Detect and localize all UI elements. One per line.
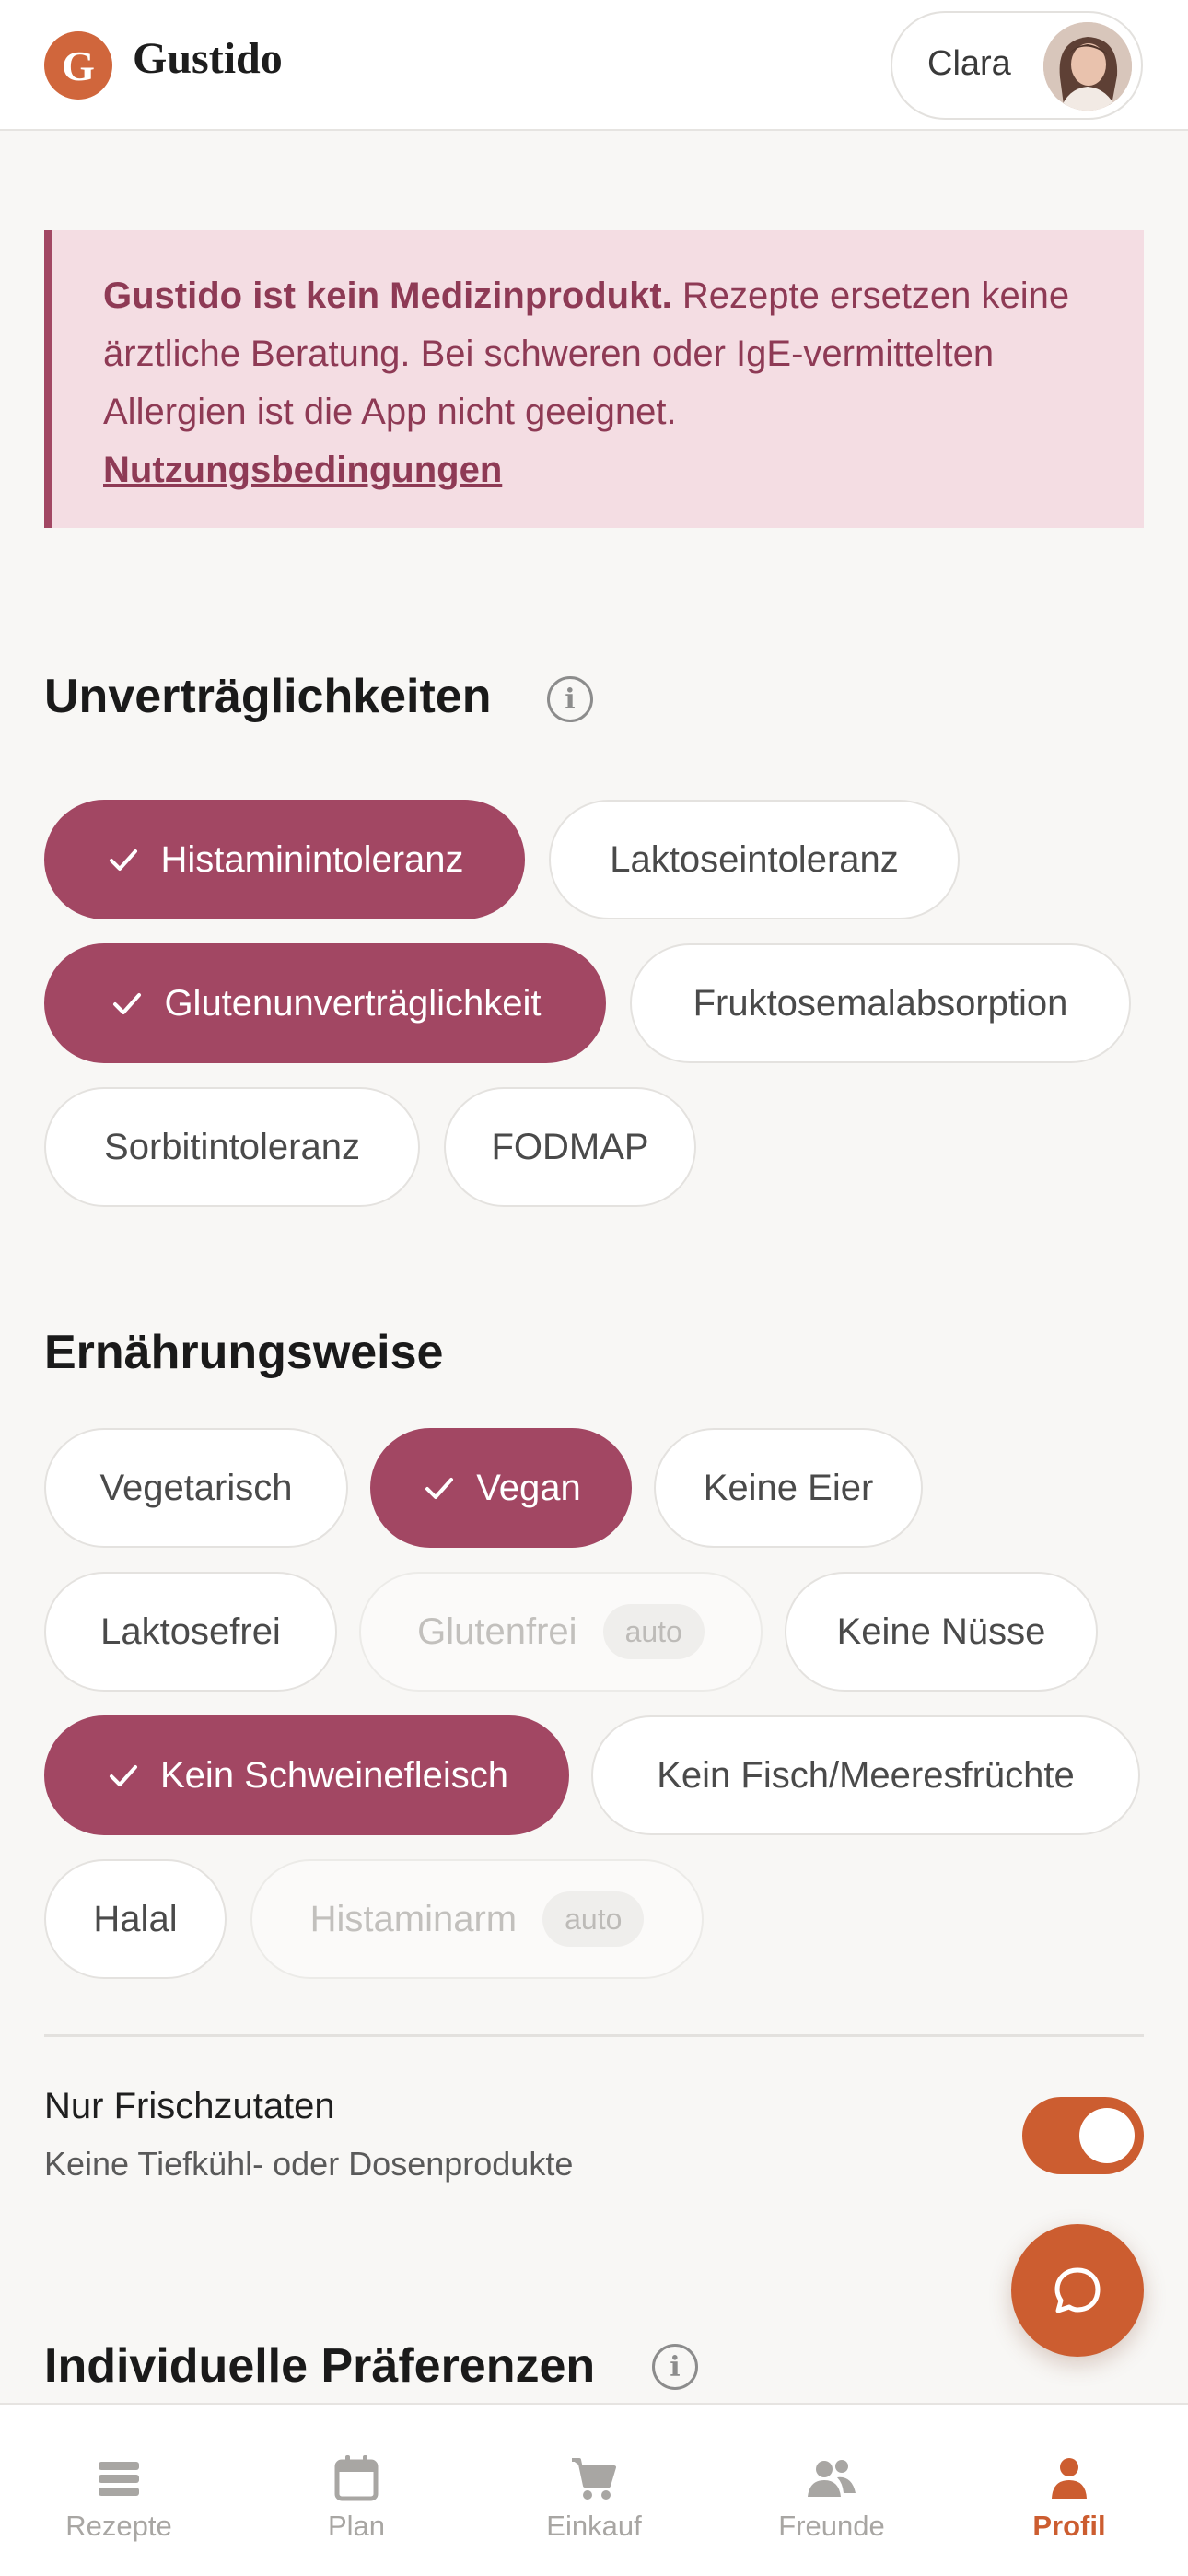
nav-recipes[interactable]: Rezepte	[0, 2405, 238, 2576]
fresh-only-title: Nur Frischzutaten	[44, 2086, 335, 2126]
chip-label: Kein Fisch/Meeresfrüchte	[657, 1754, 1075, 1796]
app-root: G Gustido Clara Gustido ist kein Medizin…	[0, 0, 1188, 2576]
bottom-nav: Rezepte Plan Einkauf Freunde Profil	[0, 2403, 1188, 2576]
nav-label: Freunde	[778, 2510, 885, 2542]
chip-label: Glutenfrei	[417, 1610, 577, 1652]
cart-icon	[572, 2458, 616, 2500]
check-icon	[110, 1765, 137, 1786]
chip-label: Kein Schweinefleisch	[160, 1754, 508, 1796]
brand-name: Gustido	[133, 34, 283, 83]
nav-label: Profil	[1032, 2510, 1106, 2542]
nav-label: Einkauf	[546, 2510, 642, 2542]
preferences-title: Individuelle Präferenzen	[44, 2339, 596, 2393]
chip-label: Laktosefrei	[100, 1610, 281, 1652]
chip-label: Fruktosemalabsorption	[693, 982, 1068, 1024]
chip-keine-eier[interactable]: Keine Eier	[654, 1428, 923, 1548]
check-icon	[110, 849, 138, 871]
chip-label: Histaminarm	[309, 1898, 518, 1939]
recipes-icon	[99, 2462, 139, 2496]
nav-label: Plan	[327, 2510, 386, 2542]
friends-icon	[808, 2460, 856, 2497]
info-icon[interactable]: i	[652, 2344, 698, 2390]
chip-label: Laktoseintoleranz	[610, 838, 899, 880]
calendar-icon	[334, 2455, 379, 2501]
nav-friends[interactable]: Freunde	[713, 2405, 950, 2576]
divider	[44, 2034, 1144, 2037]
nav-label: Rezepte	[65, 2510, 172, 2542]
auto-badge: auto	[542, 1891, 645, 1947]
chip-vegan[interactable]: Vegan	[370, 1428, 632, 1548]
chip-glutenunvertraeglichkeit[interactable]: Glutenunverträglichkeit	[44, 943, 606, 1063]
chip-label: Glutenunverträglichkeit	[164, 982, 542, 1024]
chip-halal[interactable]: Halal	[44, 1859, 227, 1979]
disclaimer-heading: Gustido ist kein Medizinprodukt.	[103, 275, 672, 316]
chat-button[interactable]	[1011, 2224, 1144, 2357]
chip-label: Halal	[93, 1898, 178, 1939]
chip-label: FODMAP	[491, 1126, 649, 1167]
nav-plan[interactable]: Plan	[238, 2405, 475, 2576]
chat-bubble-icon	[1054, 2267, 1101, 2313]
chip-histaminarm: Histaminarm auto	[250, 1859, 704, 1979]
chip-glutenfrei: Glutenfrei auto	[359, 1572, 763, 1692]
avatar	[1043, 22, 1132, 111]
fresh-only-subtitle: Keine Tiefkühl- oder Dosenprodukte	[44, 2145, 574, 2183]
chip-kein-schweinefleisch[interactable]: Kein Schweinefleisch	[44, 1715, 569, 1835]
check-icon	[113, 993, 142, 1014]
chip-keine-nuesse[interactable]: Keine Nüsse	[785, 1572, 1098, 1692]
chip-fruktosemalabsorption[interactable]: Fruktosemalabsorption	[630, 943, 1131, 1063]
nav-shopping[interactable]: Einkauf	[475, 2405, 713, 2576]
chip-label: Vegan	[476, 1467, 581, 1508]
logo[interactable]: G	[44, 31, 112, 100]
profile-icon	[1052, 2458, 1087, 2499]
chip-label: Keine Eier	[703, 1467, 874, 1508]
chip-label: Vegetarisch	[99, 1467, 293, 1508]
medical-disclaimer: Gustido ist kein Medizinprodukt. Rezepte…	[44, 230, 1144, 528]
chip-label: Keine Nüsse	[836, 1610, 1046, 1652]
chip-fodmap[interactable]: FODMAP	[444, 1087, 696, 1207]
chip-sorbitintoleranz[interactable]: Sorbitintoleranz	[44, 1087, 420, 1207]
nav-profile[interactable]: Profil	[950, 2405, 1188, 2576]
user-menu-button[interactable]: Clara	[891, 11, 1143, 120]
chip-kein-fisch[interactable]: Kein Fisch/Meeresfrüchte	[591, 1715, 1140, 1835]
chip-label: Sorbitintoleranz	[104, 1126, 360, 1167]
toggle-knob	[1079, 2108, 1135, 2163]
intolerances-title: Unverträglichkeiten	[44, 670, 492, 723]
chip-laktosefrei[interactable]: Laktosefrei	[44, 1572, 337, 1692]
logo-letter: G	[62, 41, 95, 89]
diet-title: Ernährungsweise	[44, 1326, 444, 1379]
app-header: G Gustido Clara	[0, 0, 1188, 131]
terms-link[interactable]: Nutzungsbedingungen	[103, 450, 502, 490]
check-icon	[425, 1478, 454, 1499]
chip-laktoseintoleranz[interactable]: Laktoseintoleranz	[549, 800, 960, 919]
user-name: Clara	[927, 44, 1011, 83]
info-icon[interactable]: i	[547, 676, 593, 722]
chip-vegetarisch[interactable]: Vegetarisch	[44, 1428, 348, 1548]
fresh-only-toggle[interactable]	[1022, 2097, 1144, 2174]
chip-histaminintoleranz[interactable]: Histaminintoleranz	[44, 800, 525, 919]
chip-label: Histaminintoleranz	[160, 838, 464, 880]
auto-badge: auto	[602, 1604, 705, 1659]
